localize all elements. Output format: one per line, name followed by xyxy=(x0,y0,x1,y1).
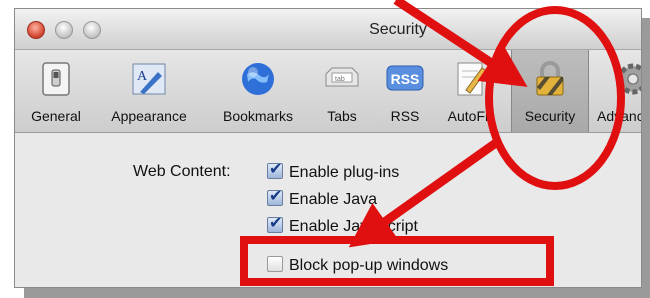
preferences-window: Security General A Appearance Bookmarks … xyxy=(14,8,642,288)
svg-text:RSS: RSS xyxy=(391,71,420,87)
gear-icon xyxy=(617,63,641,95)
toolbar-item-general[interactable]: General xyxy=(21,50,91,132)
toolbar-item-autofill[interactable]: AutoFill xyxy=(439,50,503,132)
checkbox-block-popups[interactable] xyxy=(267,256,283,272)
toolbar-label-rss: RSS xyxy=(390,108,420,124)
tabs-icon: tab xyxy=(325,67,359,87)
toolbar-label-advanced: Advanced xyxy=(597,108,641,124)
preferences-toolbar: General A Appearance Bookmarks tab Tabs … xyxy=(15,50,641,133)
option-enable-plugins[interactable]: Enable plug-ins xyxy=(267,159,400,182)
option-block-popups[interactable]: Block pop-up windows xyxy=(267,256,448,275)
toolbar-label-security: Security xyxy=(524,108,576,124)
toolbar-label-autofill: AutoFill xyxy=(447,108,495,124)
option-label: Block pop-up windows xyxy=(289,257,449,274)
appearance-icon: A xyxy=(132,63,166,95)
globe-icon xyxy=(242,63,274,95)
toolbar-item-appearance[interactable]: A Appearance xyxy=(103,50,195,132)
toolbar-label-bookmarks: Bookmarks xyxy=(222,108,294,124)
toolbar-label-general: General xyxy=(31,108,81,124)
web-content-label: Web Content: xyxy=(133,163,231,180)
lock-icon xyxy=(536,61,564,96)
autofill-icon xyxy=(457,62,487,96)
option-label: Enable Java xyxy=(289,191,378,208)
option-label: Enable plug-ins xyxy=(289,164,400,181)
option-enable-java[interactable]: Enable Java xyxy=(267,186,378,209)
window-title: Security xyxy=(369,21,427,38)
general-switch-icon xyxy=(42,62,70,96)
checkbox-enable-plugins[interactable] xyxy=(267,159,283,179)
toolbar-item-bookmarks[interactable]: Bookmarks xyxy=(208,50,308,132)
svg-text:tab: tab xyxy=(335,76,345,83)
svg-text:A: A xyxy=(137,69,148,84)
toolbar-item-rss[interactable]: RSS RSS xyxy=(375,50,435,132)
checkbox-enable-java[interactable] xyxy=(267,186,283,206)
title-bar[interactable]: Security xyxy=(15,9,641,50)
toolbar-item-advanced[interactable]: Advanced xyxy=(593,50,641,132)
checkbox-enable-javascript[interactable] xyxy=(267,213,283,233)
toolbar-label-tabs: Tabs xyxy=(327,108,357,124)
option-label: Enable JavaScript xyxy=(289,218,418,235)
rss-icon: RSS xyxy=(386,65,424,91)
toolbar-label-appearance: Appearance xyxy=(111,108,187,124)
toolbar-item-security[interactable]: Security xyxy=(511,50,589,132)
option-enable-javascript[interactable]: Enable JavaScript xyxy=(267,213,418,236)
toolbar-item-tabs[interactable]: tab Tabs xyxy=(315,50,369,132)
security-pane: Web Content: Enable plug-ins Enable Java… xyxy=(15,133,641,287)
